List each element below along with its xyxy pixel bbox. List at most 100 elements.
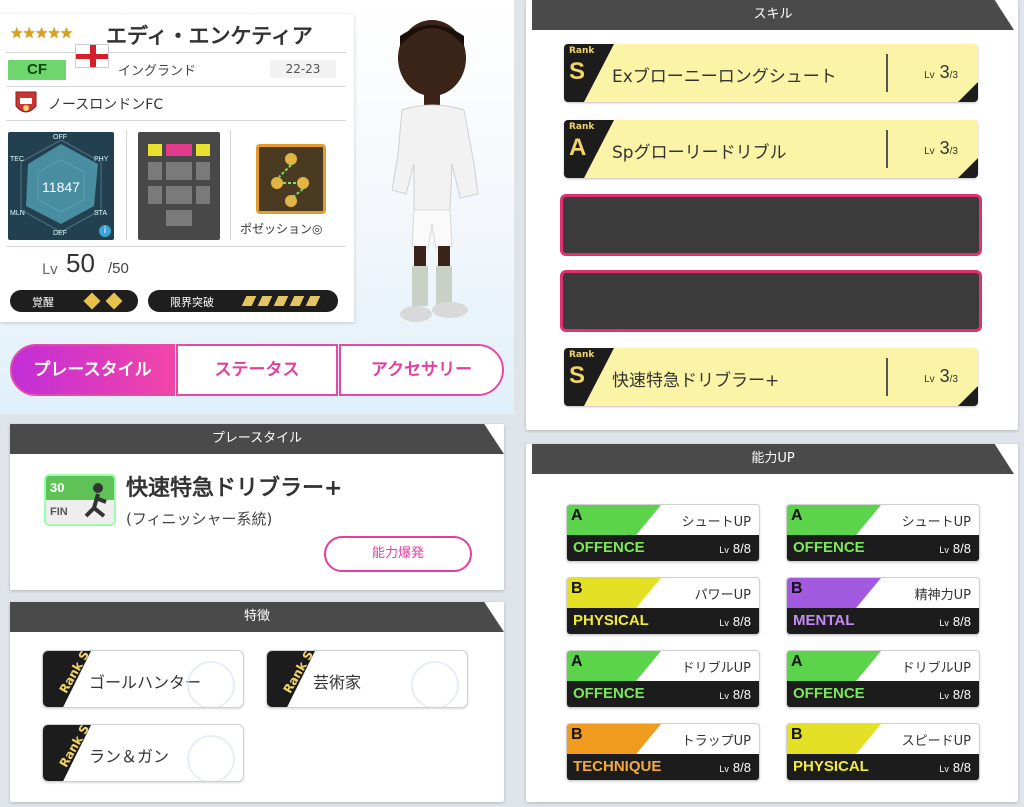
divider [6, 52, 346, 53]
season-label: 22-23 [270, 60, 336, 78]
limit-break-stripe-icon [273, 296, 289, 306]
ability-grade: B [791, 726, 803, 743]
skills-panel-header: スキル [532, 0, 1014, 30]
skill-name: Exブローニーロングシュート [612, 67, 837, 87]
awakening-label: 覚醒 [32, 296, 54, 309]
skill-rank-word: Rank [569, 350, 595, 360]
england-flag-icon [75, 44, 109, 68]
traits-panel-header: 特徴 [10, 602, 504, 632]
trait-card[interactable]: Rank S ゴールハンター [42, 650, 244, 708]
ability-category: OFFENCE [793, 685, 865, 702]
skill-level: Lv 3/3 [924, 366, 958, 386]
radar-label-sta: STA [94, 210, 108, 217]
formation-map[interactable] [138, 132, 220, 240]
country-label: イングランド [118, 64, 197, 79]
limit-break-stripe-icon [257, 296, 273, 306]
ability-card[interactable]: B トラップUP TECHNIQUE Lv 8/8 [566, 723, 760, 781]
player-avatar[interactable] [392, 14, 502, 344]
ability-grade: A [571, 507, 583, 524]
ability-category: OFFENCE [793, 539, 865, 556]
kicking-player-icon [84, 483, 107, 518]
ability-name: ドリブルUP [681, 661, 751, 676]
radar-label-phy: PHY [94, 156, 109, 163]
ability-level: Lv 8/8 [719, 760, 751, 775]
level-max: /50 [108, 260, 129, 277]
ability-name: 精神力UP [914, 588, 971, 603]
skill-level: Lv 3/3 [924, 138, 958, 158]
limit-break-stripe-icon [241, 296, 257, 306]
trait-label: 芸術家 [313, 673, 362, 692]
player-card[interactable]: ★★★★★ エディ・エンケティア CF イングランド 22-23 ノースロンドン… [0, 14, 354, 322]
skill-rank-word: Rank [569, 46, 595, 56]
ability-category: MENTAL [793, 612, 855, 629]
info-icon[interactable]: i [99, 225, 111, 237]
divider [230, 130, 231, 240]
ability-name: スピードUP [901, 734, 971, 749]
tab-accessory[interactable]: アクセサリー [339, 344, 504, 396]
ability-grade: A [571, 653, 583, 670]
tab-status[interactable]: ステータス [176, 344, 338, 396]
radar-label-off: OFF [53, 134, 67, 141]
ability-card[interactable]: B 精神力UP MENTAL Lv 8/8 [786, 577, 980, 635]
divider [6, 86, 346, 87]
formation-cell [196, 162, 210, 180]
formation-cell [148, 186, 162, 204]
ability-level: Lv 8/8 [719, 687, 751, 702]
ability-up-panel-header: 能力UP [532, 444, 1014, 474]
trait-card[interactable]: Rank S 芸術家 [266, 650, 468, 708]
overall-rating: 11847 [42, 179, 80, 195]
ability-card[interactable]: A ドリブルUP OFFENCE Lv 8/8 [786, 650, 980, 708]
ability-category: PHYSICAL [573, 612, 649, 629]
skill-card[interactable]: Rank A Spグローリードリブル Lv 3/3 [564, 120, 978, 178]
soccer-ball-icon [411, 661, 459, 707]
ability-card[interactable]: B パワーUP PHYSICAL Lv 8/8 [566, 577, 760, 635]
playstyle-panel-header: プレースタイル [10, 424, 504, 454]
trait-card[interactable]: Rank S ラン＆ガン [42, 724, 244, 782]
trait-label: ラン＆ガン [89, 747, 170, 766]
limit-break-label: 限界突破 [170, 296, 214, 309]
playstyle-icon-number: 30 [50, 480, 65, 495]
ability-category: PHYSICAL [793, 758, 869, 775]
skill-rank-word: Rank [569, 122, 595, 132]
awakening-pill[interactable]: 覚醒 [10, 290, 138, 312]
ability-category: OFFENCE [573, 539, 645, 556]
club-crest-icon [15, 91, 37, 113]
skill-card[interactable]: Rank S Exブローニーロングシュート Lv 3/3 [564, 44, 978, 102]
divider [126, 130, 127, 240]
player-header-section: ★★★★★ エディ・エンケティア CF イングランド 22-23 ノースロンドン… [0, 0, 514, 414]
ability-card[interactable]: A ドリブルUP OFFENCE Lv 8/8 [566, 650, 760, 708]
ability-level: Lv 8/8 [939, 614, 971, 629]
skill-rank: S [569, 362, 586, 389]
ability-name: シュートUP [901, 515, 971, 530]
ability-card[interactable]: A シュートUP OFFENCE Lv 8/8 [566, 504, 760, 562]
skill-name: 快速特急ドリブラー+ [612, 371, 780, 391]
playstyle-icon-label: FIN [50, 506, 68, 518]
radar-label-def: DEF [53, 230, 67, 237]
limit-break-pill[interactable]: 限界突破 [148, 290, 338, 312]
ability-burst-button[interactable]: 能力爆発 [324, 536, 472, 572]
role-diagram-icon [271, 153, 309, 207]
ability-category: TECHNIQUE [573, 758, 662, 775]
limit-break-stripe-icon [289, 296, 305, 306]
ability-card[interactable]: B スピードUP PHYSICAL Lv 8/8 [786, 723, 980, 781]
ability-grade: B [571, 726, 583, 743]
ability-level: Lv 8/8 [939, 541, 971, 556]
playstyle-title: 快速特急ドリブラー+ [126, 476, 343, 501]
radar-label-mln: MLN [10, 210, 25, 217]
skill-card[interactable]: Rank S 快速特急ドリブラー+ Lv 3/3 [564, 348, 978, 406]
playstyle-icon: 30 FIN [44, 474, 116, 526]
tab-playstyle[interactable]: プレースタイル [10, 344, 175, 396]
level-value: 50 [66, 248, 95, 278]
ability-level: Lv 8/8 [719, 614, 751, 629]
empty-skill-slot[interactable] [560, 194, 982, 256]
rarity-stars: ★★★★★ [10, 24, 73, 42]
ability-name: トラップUP [681, 734, 751, 749]
skill-level: Lv 3/3 [924, 62, 958, 82]
stats-radar-chart[interactable]: OFF PHY STA DEF MLN TEC 11847 i [8, 132, 114, 240]
ability-name: シュートUP [681, 515, 751, 530]
possession-role-icon[interactable] [256, 144, 326, 214]
ability-card[interactable]: A シュートUP OFFENCE Lv 8/8 [786, 504, 980, 562]
ability-grade: A [791, 653, 803, 670]
empty-skill-slot[interactable] [560, 270, 982, 332]
awakening-star-icon [83, 292, 101, 310]
